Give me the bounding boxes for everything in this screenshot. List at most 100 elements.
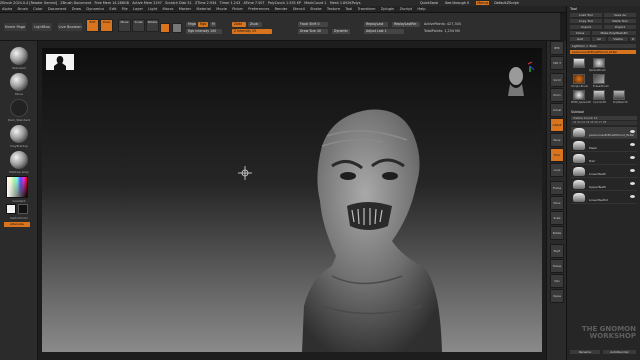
menu-edit[interactable]: Edit: [109, 6, 116, 12]
subtool-item[interactable]: pavlusmed03hwDShrud_PLR2: [571, 127, 637, 139]
tool-thumb-eraser-icon[interactable]: [593, 74, 605, 84]
lightbox-tools-button[interactable]: Lightbox > Tools: [570, 44, 636, 48]
visible-button[interactable]: Visible: [608, 37, 628, 41]
scale-mode-button[interactable]: Scale: [132, 19, 145, 32]
polyf-button[interactable]: PolyF: [550, 244, 564, 258]
autoreorder-button[interactable]: AutoReorder: [603, 350, 636, 354]
goz-button[interactable]: GoZ: [570, 37, 590, 41]
zscript-button[interactable]: DefaultZScript: [494, 1, 519, 5]
load-tool-button[interactable]: Load Tool: [570, 13, 602, 17]
paste-tool-button[interactable]: Paste Tool: [604, 19, 636, 23]
edit-mode-button[interactable]: Edit: [86, 19, 99, 32]
eye-icon[interactable]: [630, 169, 635, 172]
menu-transform[interactable]: Transform: [358, 6, 376, 12]
tool-thumb-sphere-icon[interactable]: [593, 58, 605, 68]
menu-brush[interactable]: Brush: [18, 6, 28, 12]
lightbox-tab[interactable]: LightBox: [32, 23, 52, 31]
menu-zplugin[interactable]: Zplugin: [381, 6, 395, 12]
material-swatch[interactable]: [160, 23, 170, 33]
solo-button[interactable]: Solo: [550, 274, 564, 288]
all-button[interactable]: All: [592, 37, 606, 41]
secondary-color-swatch[interactable]: [18, 204, 28, 214]
zsub-button[interactable]: Zsub: [248, 22, 262, 27]
texture-swatch[interactable]: [172, 23, 182, 33]
move-mode-button[interactable]: Move: [118, 19, 131, 32]
current-tool-slider[interactable]: pavlusmed03hwDShrud_PLR2: [570, 50, 636, 54]
subtool-item[interactable]: LowerTeeth: [571, 166, 637, 178]
switch-color-label[interactable]: SwitchColor: [4, 216, 34, 220]
frame-button[interactable]: Frame: [550, 181, 564, 195]
menu-file[interactable]: File: [122, 6, 128, 12]
z-intensity-slider[interactable]: Z Intensity 25: [232, 29, 272, 34]
navigation-head-icon[interactable]: [500, 58, 536, 98]
stroke-icon[interactable]: [10, 99, 28, 117]
persp-button[interactable]: Persp: [550, 133, 564, 147]
save-as-button[interactable]: Save As: [604, 13, 636, 17]
aahalf-button[interactable]: AAHalf: [550, 118, 564, 132]
menu-render[interactable]: Render: [275, 6, 288, 12]
eye-icon[interactable]: [630, 143, 635, 146]
draw-size-slider[interactable]: Draw Size 40: [298, 29, 328, 34]
quicksave-button[interactable]: QuickSave: [420, 1, 438, 5]
material-icon[interactable]: [10, 151, 28, 169]
color-picker[interactable]: [6, 176, 28, 198]
clone-button[interactable]: Clone: [570, 31, 590, 35]
xpose-button[interactable]: Xpose: [550, 289, 564, 303]
main-color-swatch[interactable]: [6, 204, 16, 214]
move-view-button[interactable]: Move: [550, 196, 564, 210]
menu-movie[interactable]: Movie: [216, 6, 227, 12]
eye-icon[interactable]: [630, 195, 635, 198]
adjust-last-slider[interactable]: Adjust Last 1: [364, 29, 404, 34]
menu-dynamics[interactable]: Dynamics: [86, 6, 104, 12]
make-polymesh-button[interactable]: Make PolyMesh3D: [592, 31, 636, 35]
m-button[interactable]: M: [210, 22, 216, 27]
spix-button[interactable]: SPix 3: [550, 56, 564, 70]
menu-help[interactable]: Help: [417, 6, 425, 12]
subtool-item[interactable]: LowerTeeth2: [571, 192, 637, 204]
menu-marker[interactable]: Marker: [179, 6, 191, 12]
dynamic-button[interactable]: Dynamic: [332, 29, 350, 34]
menu-stroke[interactable]: Stroke: [310, 6, 321, 12]
home-page-tab[interactable]: Home Page: [4, 23, 26, 31]
menu-preferences[interactable]: Preferences: [248, 6, 269, 12]
actual-button[interactable]: Actual: [550, 103, 564, 117]
scale-view-button[interactable]: Scale: [550, 211, 564, 225]
r-button[interactable]: R: [630, 37, 636, 41]
subtool-item[interactable]: UpperTeeth: [571, 179, 637, 191]
subtool-item[interactable]: Hair: [571, 153, 637, 165]
rgb-intensity-slider[interactable]: Rgb Intensity 100: [186, 29, 222, 34]
rename-button[interactable]: Rename: [570, 350, 600, 354]
menu-document[interactable]: Document: [48, 6, 67, 12]
floor-button[interactable]: Floor: [550, 148, 564, 162]
mrgb-button[interactable]: Mrgb: [186, 22, 196, 27]
rgb-button[interactable]: Rgb: [198, 22, 208, 27]
rotate-mode-button[interactable]: Rotate: [146, 19, 159, 32]
scroll-button[interactable]: Scroll: [550, 73, 564, 87]
menu-stencil[interactable]: Stencil: [293, 6, 305, 12]
creature-sculpt-model[interactable]: [292, 106, 442, 352]
replay-last-button[interactable]: ReplayLast: [364, 22, 388, 27]
standard-brush-icon[interactable]: [10, 47, 28, 65]
alternate-button[interactable]: Alternate: [4, 222, 30, 227]
tool-thumb-polymesh-icon[interactable]: [613, 90, 625, 100]
eye-icon[interactable]: [630, 156, 635, 159]
transp-button[interactable]: Transp: [550, 259, 564, 273]
menus-button[interactable]: Menus: [476, 1, 490, 5]
copy-tool-button[interactable]: Copy Tool: [570, 19, 602, 23]
menu-zscript[interactable]: Zscript: [400, 6, 412, 12]
menu-layer[interactable]: Layer: [133, 6, 143, 12]
document-canvas[interactable]: [42, 48, 542, 352]
menu-color[interactable]: Color: [33, 6, 42, 12]
eye-icon[interactable]: [630, 182, 635, 185]
subtool-item[interactable]: Mesh: [571, 140, 637, 152]
menu-tool[interactable]: Tool: [345, 6, 352, 12]
import-button[interactable]: Import: [570, 25, 602, 29]
menu-texture[interactable]: Texture: [327, 6, 340, 12]
tool-thumb-head-icon[interactable]: [573, 58, 585, 68]
local-button[interactable]: Local: [550, 163, 564, 177]
replay-last-rel-button[interactable]: ReplayLastRel: [392, 22, 420, 27]
zadd-button[interactable]: Zadd: [232, 22, 246, 27]
menu-macro[interactable]: Macro: [163, 6, 174, 12]
alpha-icon[interactable]: [10, 125, 28, 143]
menu-draw[interactable]: Draw: [72, 6, 81, 12]
